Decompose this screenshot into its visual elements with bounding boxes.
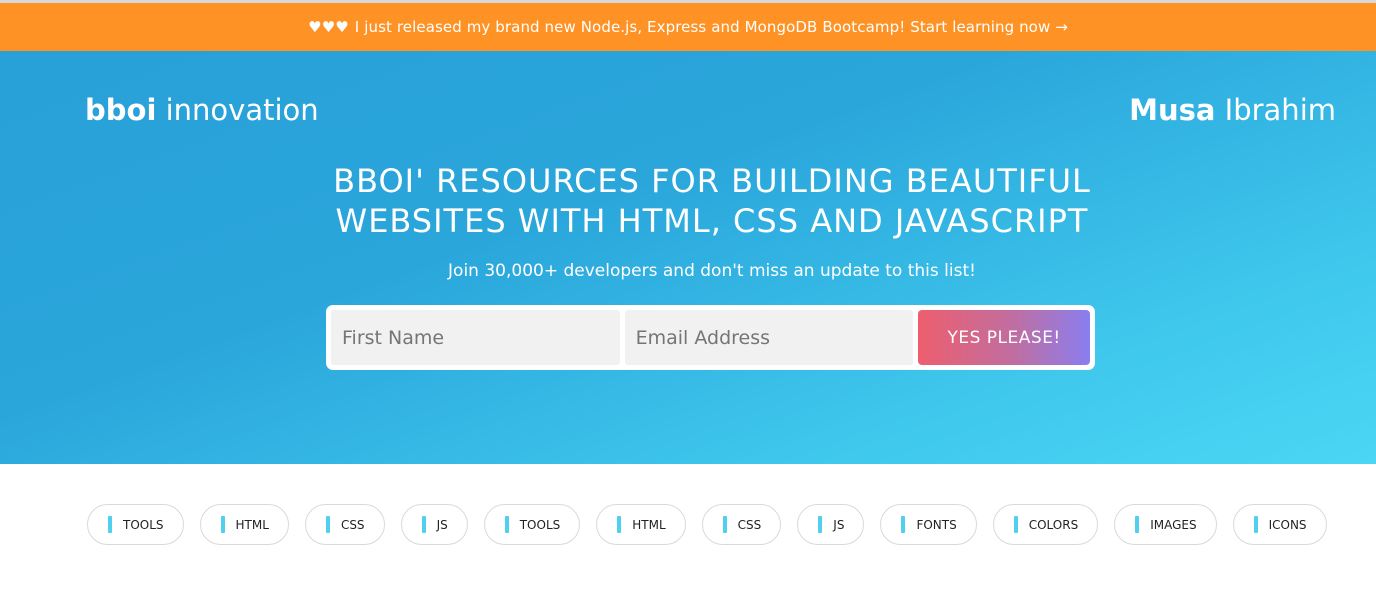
brand-name-light: innovation — [165, 93, 319, 127]
first-name-input[interactable] — [331, 310, 620, 365]
tag-label: HTML — [235, 517, 269, 532]
tag-images[interactable]: IMAGES — [1114, 504, 1217, 545]
author-name[interactable]: Musa Ibrahim — [1129, 93, 1336, 127]
tag-label: JS — [436, 517, 448, 532]
tag-label: ICONS — [1268, 517, 1307, 532]
tag-css[interactable]: CSS — [701, 504, 782, 545]
tag-label: IMAGES — [1150, 517, 1197, 532]
tag-tools[interactable]: TOOLS — [87, 504, 184, 545]
signup-form: YES PLEASE! — [326, 305, 1095, 370]
hearts-icon: ♥♥♥ — [308, 18, 349, 36]
tag-accent-bar — [617, 516, 622, 533]
tag-tools[interactable]: TOOLS — [483, 504, 581, 545]
email-input[interactable] — [624, 310, 914, 365]
page-title: BBOI' RESOURCES FOR BUILDING BEAUTIFUL W… — [0, 161, 1376, 241]
tag-accent-bar — [108, 516, 112, 533]
hero-section: bboi innovation Musa Ibrahim BBOI' RESOU… — [0, 51, 1376, 464]
announcement-banner[interactable]: ♥♥♥ I just released my brand new Node.js… — [0, 3, 1376, 51]
tag-js[interactable]: JS — [797, 504, 865, 545]
tag-accent-bar — [325, 516, 330, 533]
tag-accent-bar — [722, 516, 727, 533]
tag-css[interactable]: CSS — [304, 504, 385, 545]
author-last-name: Ibrahim — [1224, 93, 1336, 127]
author-first-name: Musa — [1129, 93, 1216, 127]
tag-html[interactable]: HTML — [199, 504, 289, 545]
tag-js[interactable]: JS — [400, 504, 468, 545]
tag-label: CSS — [737, 517, 762, 532]
tag-accent-bar — [220, 516, 225, 533]
tag-label: CSS — [340, 517, 365, 532]
tag-html[interactable]: HTML — [596, 504, 686, 545]
tag-label: TOOLS — [519, 517, 561, 532]
tag-label: HTML — [632, 517, 666, 532]
tag-accent-bar — [421, 516, 426, 533]
tag-label: JS — [833, 517, 845, 532]
tag-accent-bar — [504, 516, 509, 533]
tag-fonts[interactable]: FONTS — [880, 504, 977, 545]
announcement-text: I just released my brand new Node.js, Ex… — [354, 18, 1068, 36]
tag-label: TOOLS — [123, 517, 164, 532]
tag-accent-bar — [1253, 516, 1258, 533]
brand-name-bold: bboi — [85, 93, 157, 127]
tag-accent-bar — [1135, 516, 1140, 533]
tag-accent-bar — [1013, 516, 1018, 533]
page-title-line-2: WEBSITES WITH HTML, CSS AND JAVASCRIPT — [335, 202, 1089, 240]
tag-label: COLORS — [1028, 517, 1079, 532]
category-tags: TOOLS HTML CSS JS TOOLS HTML CSS JS FONT… — [87, 504, 1327, 545]
tag-accent-bar — [818, 516, 823, 533]
tag-label: FONTS — [916, 517, 957, 532]
subtitle: Join 30,000+ developers and don't miss a… — [448, 261, 976, 281]
subscribe-button[interactable]: YES PLEASE! — [918, 310, 1090, 365]
tag-accent-bar — [901, 516, 906, 533]
brand-logo[interactable]: bboi innovation — [85, 93, 319, 127]
tag-colors[interactable]: COLORS — [992, 504, 1099, 545]
tag-icons[interactable]: ICONS — [1232, 504, 1327, 545]
page-title-line-1: BBOI' RESOURCES FOR BUILDING BEAUTIFUL — [333, 162, 1091, 200]
